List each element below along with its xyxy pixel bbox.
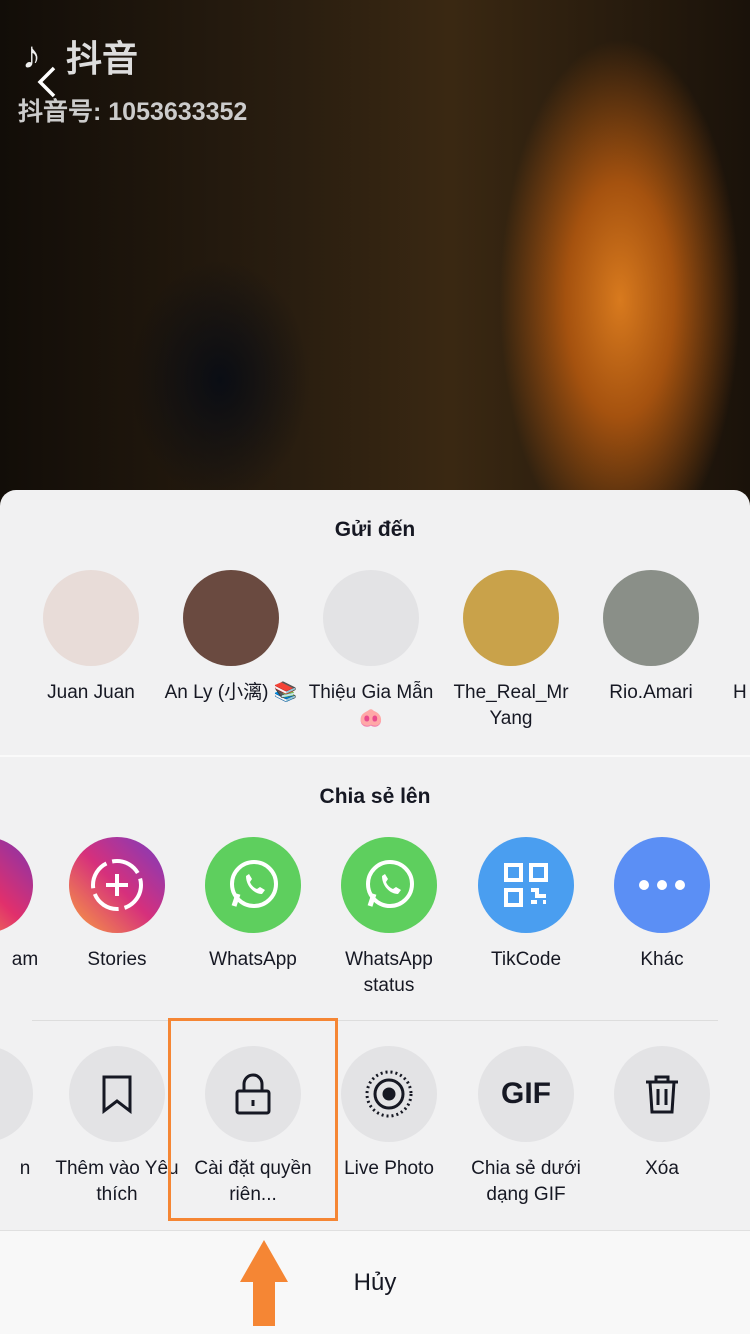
- avatar: [43, 570, 139, 666]
- divider: [0, 755, 750, 757]
- action-delete[interactable]: Xóa: [594, 1046, 730, 1182]
- cancel-button[interactable]: Hủy: [0, 1230, 750, 1334]
- video-background: ♪ 抖音 抖音号: 1053633352: [0, 0, 750, 520]
- action-share-gif[interactable]: GIF Chia sẻ dưới dạng GIF: [458, 1046, 594, 1208]
- contact-item[interactable]: An Ly (小漓) 📚: [163, 570, 299, 706]
- action-item[interactable]: n: [0, 1046, 53, 1182]
- share-to-title: Chia sẻ lên: [319, 785, 431, 808]
- share-instagram[interactable]: am: [0, 837, 53, 973]
- arrow-up-icon: [240, 1240, 288, 1326]
- send-to-title: Gửi đến: [334, 518, 416, 541]
- avatar: [183, 570, 279, 666]
- whatsapp-icon: [205, 837, 301, 933]
- trash-icon: [614, 1046, 710, 1142]
- avatar: [603, 570, 699, 666]
- contact-item[interactable]: Rio.Amari: [583, 570, 719, 706]
- share-whatsapp[interactable]: WhatsApp: [185, 837, 321, 973]
- whatsapp-icon: [341, 837, 437, 933]
- contact-item[interactable]: Juan Juan: [23, 570, 159, 706]
- action-add-favorite[interactable]: Thêm vào Yêu thích: [49, 1046, 185, 1208]
- share-tikcode[interactable]: TikCode: [458, 837, 594, 973]
- live-photo-icon: [341, 1046, 437, 1142]
- share-whatsapp-status[interactable]: WhatsApp status: [321, 837, 457, 999]
- gif-icon: GIF: [478, 1046, 574, 1142]
- contact-item[interactable]: H TR: [723, 570, 750, 706]
- back-icon[interactable]: [30, 62, 70, 102]
- contact-item[interactable]: The_Real_Mr Yang: [443, 570, 579, 732]
- share-stories[interactable]: Stories: [49, 837, 185, 973]
- highlight-box: [168, 1018, 338, 1221]
- share-more[interactable]: Khác: [594, 837, 730, 973]
- share-sheet: Gửi đến Juan Juan An Ly (小漓) 📚 Thiệu Gia…: [0, 490, 750, 1334]
- contact-item[interactable]: Thiệu Gia Mẫn 🐽: [303, 570, 439, 732]
- avatar: [463, 570, 559, 666]
- action-icon: [0, 1046, 33, 1142]
- qr-code-icon: [478, 837, 574, 933]
- instagram-icon: [0, 837, 33, 933]
- divider: [32, 1020, 718, 1021]
- bookmark-icon: [69, 1046, 165, 1142]
- avatar: [323, 570, 419, 666]
- stories-icon: [69, 837, 165, 933]
- more-icon: [614, 837, 710, 933]
- action-live-photo[interactable]: Live Photo: [321, 1046, 457, 1182]
